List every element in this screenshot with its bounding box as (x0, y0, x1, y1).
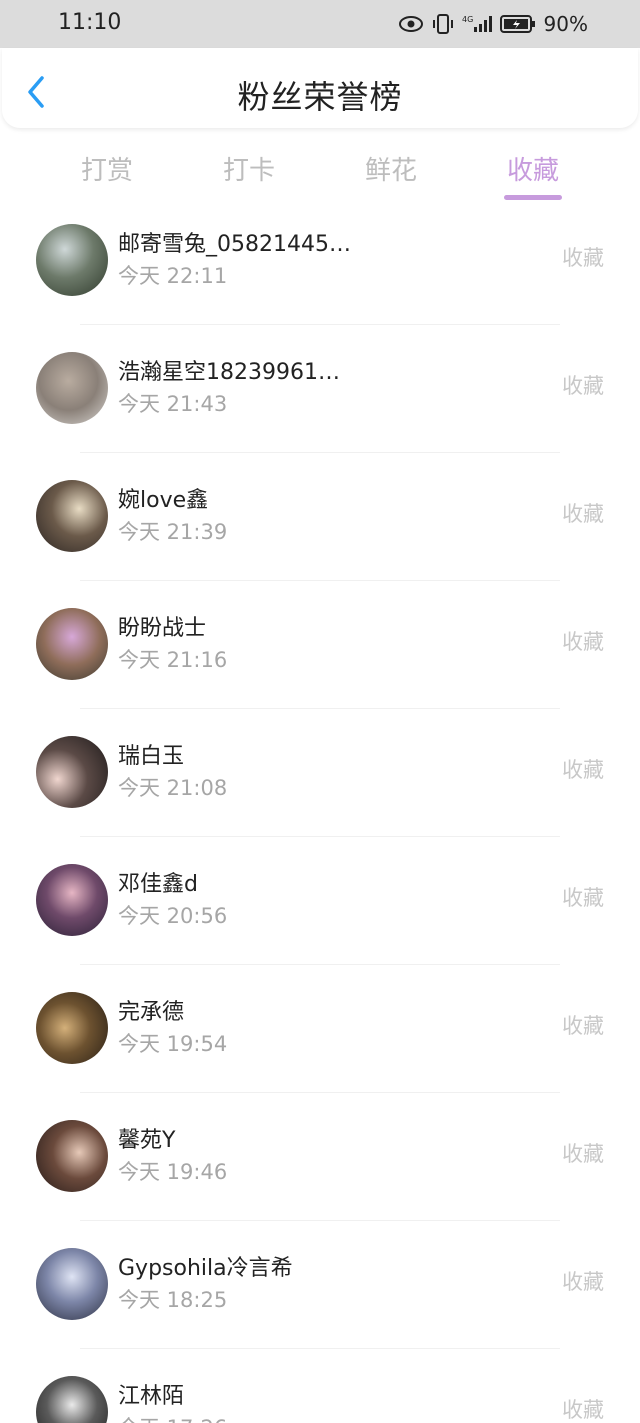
user-name: 盼盼战士 (118, 616, 207, 641)
tab-flowers[interactable]: 鲜花 (331, 150, 451, 187)
status-icons: 4G 90% (398, 10, 588, 38)
list-item[interactable]: 盼盼战士 今天 21:16 收藏 (0, 512, 640, 709)
action-label: 收藏 (562, 1398, 604, 1422)
list-item[interactable]: 完承德 今天 19:54 收藏 (0, 896, 640, 1093)
user-name: 江林陌 (118, 1384, 185, 1409)
timestamp: 今天 17:26 (118, 1412, 227, 1423)
header: 粉丝荣誉榜 (2, 48, 638, 128)
list-item[interactable]: 邮寄雪兔_05821445… 今天 22:11 收藏 (0, 222, 640, 325)
signal-icon: 4G (462, 14, 492, 34)
tab-favorites[interactable]: 收藏 (473, 150, 593, 187)
eye-icon (398, 15, 424, 33)
vibrate-icon (432, 13, 454, 35)
user-name: 邓佳鑫d (118, 872, 198, 897)
list-item[interactable]: Gypsohila冷言希 今天 18:25 收藏 (0, 1152, 640, 1349)
status-bar: 11:10 4G 90% (0, 0, 640, 48)
user-name: 瑞白玉 (118, 744, 185, 769)
avatar[interactable] (36, 1376, 108, 1423)
active-tab-indicator (504, 195, 562, 200)
list-item[interactable]: 浩瀚星空18239961… 今天 21:43 收藏 (0, 256, 640, 453)
list-item[interactable]: 江林陌今天 17:26 收藏 (0, 1280, 640, 1423)
list-item[interactable]: 馨苑Y 今天 19:46 收藏 (0, 1024, 640, 1221)
battery-icon (499, 14, 536, 34)
list-item[interactable]: 婉love鑫 今天 21:39 收藏 (0, 384, 640, 581)
list-item[interactable]: 邓佳鑫d 今天 20:56 收藏 (0, 768, 640, 965)
user-name: 馨苑Y (118, 1128, 176, 1153)
battery-percent: 90% (543, 12, 588, 36)
tab-reward[interactable]: 打赏 (47, 150, 167, 187)
status-time: 11:10 (58, 10, 122, 35)
page-title: 粉丝荣誉榜 (237, 78, 403, 116)
user-name: 完承德 (118, 1000, 185, 1025)
user-name: 浩瀚星空18239961… (118, 360, 340, 385)
user-name: 婉love鑫 (118, 488, 209, 513)
svg-text:4G: 4G (462, 15, 473, 24)
list-item[interactable]: 瑞白玉 今天 21:08 收藏 (0, 640, 640, 837)
tab-checkin[interactable]: 打卡 (189, 150, 309, 187)
user-name: Gypsohila冷言希 (118, 1256, 293, 1281)
fan-list: 邮寄雪兔_05821445… 今天 22:11 收藏 浩瀚星空18239961… 今天 … (0, 222, 640, 1423)
user-name: 邮寄雪兔_05821445… (118, 232, 351, 257)
